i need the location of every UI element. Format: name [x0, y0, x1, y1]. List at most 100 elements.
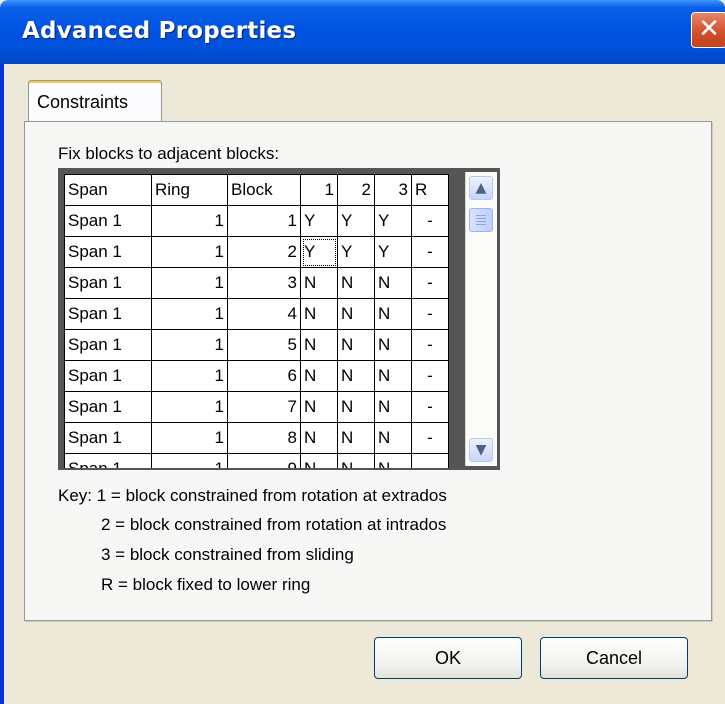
cell-constraint-2[interactable]: N	[337, 298, 375, 330]
column-header-3[interactable]: 3	[374, 174, 412, 206]
cell-constraint-3[interactable]: N	[374, 422, 412, 454]
row-header-block[interactable]: 3	[227, 267, 301, 299]
cell-constraint-2[interactable]: N	[337, 391, 375, 423]
cell-constraint-3[interactable]: N	[374, 360, 412, 392]
column-header-2[interactable]: 2	[337, 174, 375, 206]
row-header-ring[interactable]: 1	[151, 391, 228, 423]
cell-constraint-r[interactable]: -	[411, 236, 449, 268]
row-header-span[interactable]: Span 1	[64, 236, 152, 268]
tab-constraints[interactable]: Constraints	[28, 80, 162, 123]
row-header-block[interactable]: 9	[227, 453, 301, 468]
cell-constraint-2[interactable]: N	[337, 267, 375, 299]
row-header-ring[interactable]: 1	[151, 267, 228, 299]
tab-label: Constraints	[37, 92, 129, 112]
row-header-block[interactable]: 4	[227, 298, 301, 330]
row-header-block[interactable]: 5	[227, 329, 301, 361]
row-header-span[interactable]: Span 1	[64, 422, 152, 454]
row-header-ring[interactable]: 1	[151, 453, 228, 468]
row-header-span[interactable]: Span 1	[64, 360, 152, 392]
table-row: Span 1 1 3 N N N -	[64, 267, 449, 299]
window-title: Advanced Properties	[22, 18, 297, 44]
chevron-down-icon: ▼	[475, 442, 487, 458]
table-row: Span 1 1 2 Y Y Y -	[64, 236, 449, 268]
column-header-ring[interactable]: Ring	[151, 174, 228, 206]
row-header-span[interactable]: Span 1	[64, 453, 152, 468]
cell-constraint-3[interactable]: N	[374, 453, 412, 468]
cell-constraint-1[interactable]: N	[300, 422, 338, 454]
row-header-ring[interactable]: 1	[151, 298, 228, 330]
table-row: Span 1 1 6 N N N -	[64, 360, 449, 392]
cell-constraint-3[interactable]: N	[374, 391, 412, 423]
cell-constraint-1-focused[interactable]: Y	[300, 236, 338, 268]
row-header-ring[interactable]: 1	[151, 236, 228, 268]
key-line-4: R = block fixed to lower ring	[101, 575, 311, 594]
grid-vertical-scrollbar[interactable]: ▲ ▼	[465, 172, 497, 466]
row-header-block[interactable]: 8	[227, 422, 301, 454]
cell-constraint-2[interactable]: N	[337, 329, 375, 361]
row-header-block[interactable]: 1	[227, 205, 301, 237]
key-line-1: Key: 1 = block constrained from rotation…	[58, 486, 447, 505]
row-header-span[interactable]: Span 1	[64, 391, 152, 423]
cell-constraint-3[interactable]: N	[374, 329, 412, 361]
scroll-up-button[interactable]: ▲	[469, 176, 493, 200]
row-header-span[interactable]: Span 1	[64, 267, 152, 299]
row-header-span[interactable]: Span 1	[64, 329, 152, 361]
cell-constraint-r[interactable]: -	[411, 453, 449, 468]
cell-constraint-r[interactable]: -	[411, 205, 449, 237]
cell-constraint-1[interactable]: N	[300, 298, 338, 330]
constraints-table: Span Ring Block 1 2 3 R Span 1 1 1 Y Y Y…	[64, 174, 449, 468]
close-icon: ✕	[698, 14, 720, 44]
cell-constraint-2[interactable]: Y	[337, 205, 375, 237]
cell-constraint-3[interactable]: N	[374, 267, 412, 299]
row-header-block[interactable]: 7	[227, 391, 301, 423]
scroll-thumb[interactable]	[469, 208, 493, 232]
cell-constraint-2[interactable]: Y	[337, 236, 375, 268]
table-row: Span 1 1 1 Y Y Y -	[64, 205, 449, 237]
cell-constraint-1[interactable]: N	[300, 329, 338, 361]
cell-constraint-r[interactable]: -	[411, 391, 449, 423]
column-header-1[interactable]: 1	[300, 174, 338, 206]
row-header-span[interactable]: Span 1	[64, 205, 152, 237]
cell-constraint-3[interactable]: Y	[374, 205, 412, 237]
cancel-button[interactable]: Cancel	[540, 637, 688, 679]
table-row: Span 1 1 7 N N N -	[64, 391, 449, 423]
row-header-block[interactable]: 2	[227, 236, 301, 268]
chevron-up-icon: ▲	[475, 180, 487, 196]
cell-constraint-3[interactable]: Y	[374, 236, 412, 268]
scroll-down-button[interactable]: ▼	[469, 438, 493, 462]
header-row: Span Ring Block 1 2 3 R	[64, 174, 449, 206]
table-row: Span 1 1 9 N N N -	[64, 453, 449, 468]
column-header-span[interactable]: Span	[64, 174, 152, 206]
cell-constraint-r[interactable]: -	[411, 298, 449, 330]
cell-constraint-1[interactable]: N	[300, 267, 338, 299]
column-header-block[interactable]: Block	[227, 174, 301, 206]
row-header-ring[interactable]: 1	[151, 422, 228, 454]
row-header-ring[interactable]: 1	[151, 329, 228, 361]
cell-constraint-2[interactable]: N	[337, 360, 375, 392]
cell-constraint-2[interactable]: N	[337, 453, 375, 468]
row-header-block[interactable]: 6	[227, 360, 301, 392]
cell-constraint-r[interactable]: -	[411, 267, 449, 299]
cell-constraint-r[interactable]: -	[411, 329, 449, 361]
row-header-span[interactable]: Span 1	[64, 298, 152, 330]
table-row: Span 1 1 4 N N N -	[64, 298, 449, 330]
cell-constraint-3[interactable]: N	[374, 298, 412, 330]
row-header-ring[interactable]: 1	[151, 360, 228, 392]
key-line-3: 3 = block constrained from sliding	[101, 545, 354, 564]
table-row: Span 1 1 8 N N N -	[64, 422, 449, 454]
cell-constraint-1[interactable]: N	[300, 360, 338, 392]
cell-constraint-2[interactable]: N	[337, 422, 375, 454]
ok-button[interactable]: OK	[374, 637, 522, 679]
row-header-ring[interactable]: 1	[151, 205, 228, 237]
fix-blocks-label: Fix blocks to adjacent blocks:	[58, 144, 280, 163]
cell-constraint-1[interactable]: N	[300, 391, 338, 423]
close-button[interactable]: ✕	[691, 12, 725, 48]
column-header-r[interactable]: R	[411, 174, 449, 206]
cell-constraint-1[interactable]: N	[300, 453, 338, 468]
constraints-grid: Span Ring Block 1 2 3 R Span 1 1 1 Y Y Y…	[58, 168, 500, 470]
window-frame	[0, 64, 4, 704]
grip-icon	[470, 209, 492, 225]
cell-constraint-r[interactable]: -	[411, 360, 449, 392]
cell-constraint-r[interactable]: -	[411, 422, 449, 454]
cell-constraint-1[interactable]: Y	[300, 205, 338, 237]
